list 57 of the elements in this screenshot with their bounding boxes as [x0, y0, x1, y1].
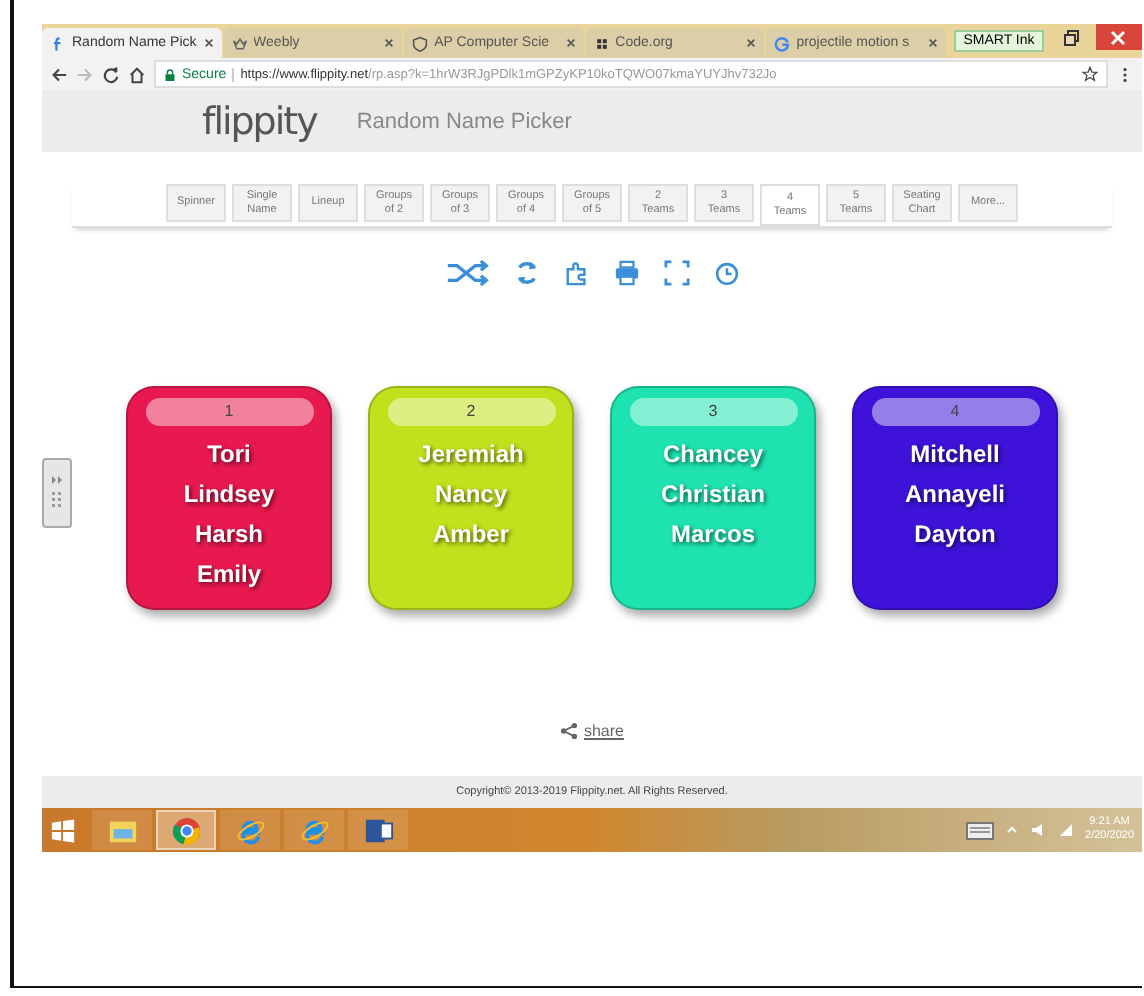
- network-icon[interactable]: [1057, 822, 1074, 838]
- keyboard-icon[interactable]: [965, 821, 994, 839]
- star-icon[interactable]: [1082, 66, 1098, 82]
- document-icon: [363, 815, 393, 845]
- team-member-name: Tori: [207, 438, 251, 472]
- team-number: 1: [145, 398, 313, 426]
- team-member-name: Christian: [660, 478, 765, 512]
- share-link[interactable]: share: [583, 722, 624, 740]
- team-number: 4: [871, 398, 1039, 426]
- team-member-name: Harsh: [194, 518, 263, 552]
- team-number: 2: [387, 398, 555, 426]
- fullscreen-icon[interactable]: [663, 260, 689, 286]
- team-member-name: Jeremiah: [418, 438, 524, 472]
- team-member-name: Emily: [196, 558, 261, 592]
- close-icon[interactable]: [746, 38, 757, 48]
- close-icon[interactable]: [565, 38, 576, 48]
- team-member-name: Dayton: [914, 518, 996, 552]
- team-member-name: Annayeli: [904, 478, 1005, 512]
- crown-icon: [231, 35, 248, 51]
- e-logo-icon: [299, 815, 329, 845]
- refresh-icon[interactable]: [513, 260, 539, 286]
- chevron-up-icon[interactable]: [1005, 824, 1018, 836]
- puzzle-icon[interactable]: [563, 260, 589, 286]
- close-window-button[interactable]: [1095, 24, 1143, 50]
- page-title: Random Name Picker: [356, 109, 572, 133]
- g-logo-icon: [774, 35, 791, 51]
- taskbar-app[interactable]: [348, 810, 408, 850]
- dots-grid-icon: [593, 35, 610, 51]
- home-icon[interactable]: [128, 65, 146, 83]
- team-member-name: Amber: [432, 518, 509, 552]
- team-member-name: Mitchell: [910, 438, 1000, 472]
- speaker-icon[interactable]: [1029, 822, 1046, 838]
- print-icon[interactable]: [613, 260, 639, 286]
- chrome-icon: [171, 815, 201, 845]
- restore-icon: [1064, 29, 1080, 45]
- close-icon[interactable]: [384, 38, 395, 48]
- timer-icon[interactable]: [713, 260, 739, 286]
- shuffle-icon[interactable]: [445, 260, 489, 286]
- f-logo-icon: [50, 35, 66, 51]
- site-logo[interactable]: flippity: [202, 99, 317, 143]
- reload-icon[interactable]: [102, 65, 120, 83]
- windows-start-icon[interactable]: [50, 817, 76, 843]
- share-icon[interactable]: [559, 722, 578, 740]
- close-icon[interactable]: [927, 38, 938, 48]
- taskbar-app[interactable]: [156, 810, 216, 850]
- close-icon: [1110, 29, 1127, 45]
- shield-icon: [412, 35, 429, 51]
- e-logo-icon: [235, 815, 265, 845]
- team-number: 3: [629, 398, 797, 426]
- back-icon[interactable]: [50, 65, 68, 83]
- team-member-name: Marcos: [670, 518, 756, 552]
- lock-icon: [164, 67, 176, 81]
- close-icon[interactable]: [203, 38, 214, 48]
- team-member-name: Lindsey: [183, 478, 275, 512]
- team-member-name: Chancey: [662, 438, 764, 472]
- team-member-name: Nancy: [434, 478, 508, 512]
- side-panel-handle[interactable]: [42, 458, 72, 528]
